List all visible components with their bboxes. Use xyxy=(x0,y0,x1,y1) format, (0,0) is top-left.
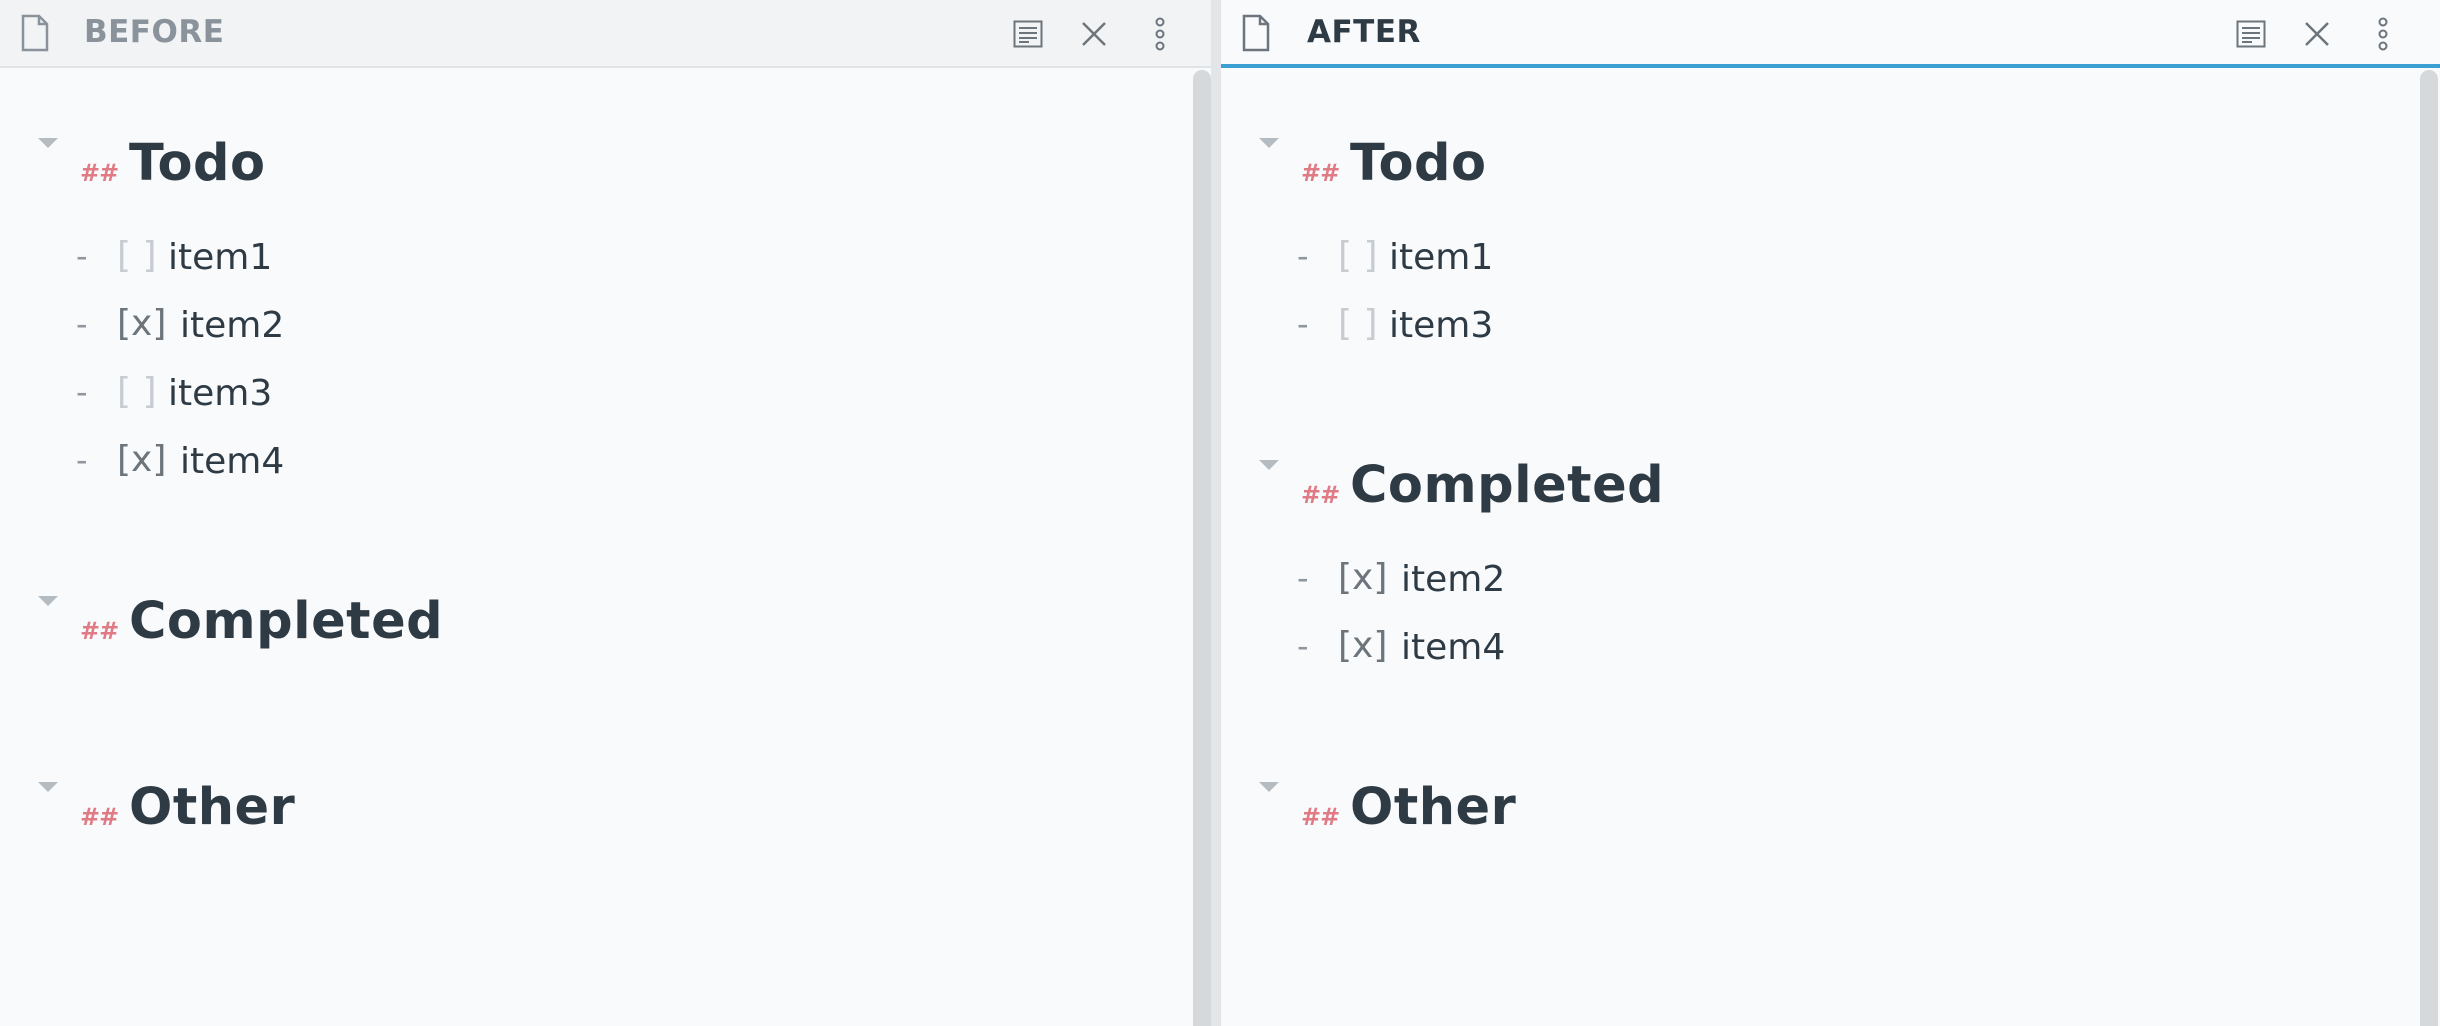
heading-text: Other xyxy=(129,778,296,837)
list-marker: - xyxy=(1297,237,1309,275)
fold-arrow-icon[interactable] xyxy=(38,596,58,606)
task-checkbox[interactable]: [x] xyxy=(1338,556,1387,600)
tab-title: BEFORE xyxy=(84,14,225,50)
fold-arrow-icon[interactable] xyxy=(1259,138,1279,148)
list-marker: - xyxy=(1297,559,1309,597)
fold-arrow-icon[interactable] xyxy=(38,138,58,148)
editor-content[interactable]: ## Todo - [ ] item1 - [x] item2 - [ ] it… xyxy=(0,70,1187,1026)
scrollbar[interactable] xyxy=(1193,70,1211,1026)
file-icon xyxy=(20,14,50,52)
tab-header-before[interactable]: BEFORE xyxy=(0,0,1211,68)
list-item: - [x] item4 xyxy=(1221,622,2121,674)
close-icon[interactable] xyxy=(1074,14,1114,54)
list-marker: - xyxy=(76,305,88,343)
list-item: - [x] item2 xyxy=(0,300,900,352)
task-checkbox[interactable]: [ ] xyxy=(117,370,157,414)
task-text: item2 xyxy=(180,305,285,346)
list-item: - [ ] item1 xyxy=(1221,232,2121,284)
heading-marker: ## xyxy=(1301,803,1340,831)
tab-header-after[interactable]: AFTER xyxy=(1221,0,2440,68)
fold-arrow-icon[interactable] xyxy=(38,782,58,792)
heading-completed: ## Completed xyxy=(0,590,900,660)
workspace: BEFORE ## Todo - [ ] item1 - [x] item2 -… xyxy=(0,0,2440,1026)
fold-arrow-icon[interactable] xyxy=(1259,782,1279,792)
more-options-icon[interactable] xyxy=(1140,14,1180,54)
list-marker: - xyxy=(1297,305,1309,343)
fold-arrow-icon[interactable] xyxy=(1259,460,1279,470)
heading-other: ## Other xyxy=(0,776,900,846)
heading-todo: ## Todo xyxy=(0,132,900,202)
list-item: - [ ] item3 xyxy=(1221,300,2121,352)
task-text: item4 xyxy=(180,441,285,482)
heading-text: Completed xyxy=(129,592,444,651)
file-icon xyxy=(1241,14,1271,52)
reading-view-icon[interactable] xyxy=(1008,14,1048,54)
heading-completed: ## Completed xyxy=(1221,454,2121,524)
task-text: item3 xyxy=(168,373,273,414)
task-checkbox[interactable]: [ ] xyxy=(1338,302,1378,346)
task-text: item2 xyxy=(1401,559,1506,600)
heading-todo: ## Todo xyxy=(1221,132,2121,202)
list-marker: - xyxy=(76,373,88,411)
heading-marker: ## xyxy=(80,617,119,645)
list-item: - [x] item2 xyxy=(1221,554,2121,606)
heading-marker: ## xyxy=(80,159,119,187)
editor-content[interactable]: ## Todo - [ ] item1 - [ ] item3 ## Compl… xyxy=(1221,70,2416,1026)
list-marker: - xyxy=(1297,627,1309,665)
task-checkbox[interactable]: [x] xyxy=(117,302,166,346)
pane-before: BEFORE ## Todo - [ ] item1 - [x] item2 -… xyxy=(0,0,1211,1026)
heading-text: Other xyxy=(1350,778,1517,837)
pane-after: AFTER ## Todo - [ ] item1 - [] item3 ##… xyxy=(1221,0,2440,1026)
task-checkbox[interactable]: [ ] xyxy=(1338,234,1378,278)
task-text: item4 xyxy=(1401,627,1506,668)
task-checkbox[interactable]: [ ] xyxy=(117,234,157,278)
task-text: item1 xyxy=(168,237,273,278)
list-marker: - xyxy=(76,441,88,479)
list-marker: - xyxy=(76,237,88,275)
task-text: item3 xyxy=(1389,305,1494,346)
heading-marker: ## xyxy=(1301,159,1340,187)
heading-marker: ## xyxy=(80,803,119,831)
heading-text: Todo xyxy=(1350,134,1487,193)
tab-title: AFTER xyxy=(1307,14,1421,50)
close-icon[interactable] xyxy=(2297,14,2337,54)
heading-other: ## Other xyxy=(1221,776,2121,846)
list-item: - [ ] item1 xyxy=(0,232,900,284)
reading-view-icon[interactable] xyxy=(2231,14,2271,54)
task-text: item1 xyxy=(1389,237,1494,278)
heading-text: Completed xyxy=(1350,456,1665,515)
task-checkbox[interactable]: [x] xyxy=(117,438,166,482)
list-item: - [x] item4 xyxy=(0,436,900,488)
scrollbar[interactable] xyxy=(2420,70,2438,1026)
more-options-icon[interactable] xyxy=(2363,14,2403,54)
heading-text: Todo xyxy=(129,134,266,193)
pane-divider[interactable] xyxy=(1211,0,1221,1026)
list-item: - [ ] item3 xyxy=(0,368,900,420)
heading-marker: ## xyxy=(1301,481,1340,509)
task-checkbox[interactable]: [x] xyxy=(1338,624,1387,668)
